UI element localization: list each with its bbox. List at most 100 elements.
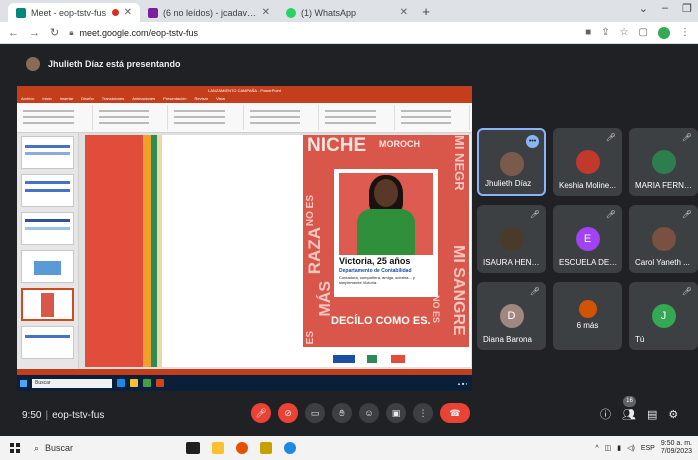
folder-icon[interactable] [260,442,272,454]
present-button[interactable]: ▣ [386,403,406,423]
back-arrow-icon[interactable]: ← [8,27,19,39]
ribbon-group [19,105,93,130]
raise-hand-button[interactable]: ✋︎ [332,403,352,423]
taskbar-search[interactable]: ⌕ Buscar [34,443,174,454]
call-controls: 🎤︎ ⊘ ▭ ✋︎ ☺ ▣ ⋮ ☎︎ [251,403,470,423]
file-explorer-icon[interactable] [212,442,224,454]
slide-thumbnail[interactable] [21,136,74,169]
ribbon-group [95,105,168,130]
battery-icon[interactable]: ▮ [617,444,621,452]
reload-icon[interactable]: ↻ [50,26,59,39]
window-controls: ⌄ – ❐ [639,2,692,15]
mic-off-icon: 🎤︎ [529,210,540,219]
hand-icon: ✋︎ [339,407,345,418]
url-text: meet.google.com/eop-tstv-fus [79,27,199,38]
tab-mail[interactable]: (6 no leídos) - jcadavidmurillo@... ✕ [140,3,278,22]
participant-tile-more[interactable]: 6 más [553,282,622,350]
network-icon[interactable]: ◫ [605,444,612,452]
language-indicator[interactable]: ESP [641,445,655,452]
share-icon[interactable]: ⇪ [601,27,609,38]
participant-count-badge: 16 [623,395,636,407]
poster-word: NO ES [305,195,316,227]
system-tray: ^ ◫ ▮ ◁) ESP 9:50 a. m. 7/09/2023 [595,440,698,456]
slide-stripe [143,135,151,367]
portrait-photo [339,173,433,255]
browser-tab-strip: Meet - eop-tstv-fus ✕ (6 no leídos) - jc… [0,0,698,22]
edge-icon[interactable] [284,442,296,454]
slide-thumbnail[interactable] [21,212,74,245]
people-icon[interactable]: 16 👥︎ [622,395,636,421]
sidebar-icon[interactable]: ▢ [639,27,648,38]
chevron-up-icon[interactable]: ^ [595,445,598,452]
participant-tile[interactable]: 🎤︎ MARIA FERNA... [629,128,698,196]
slide-thumbnail[interactable] [21,326,74,359]
clock[interactable]: 9:50 a. m. 7/09/2023 [661,440,692,456]
ppt-title-bar: LANZAMIENTO CAMPAÑA - PowerPoint [17,86,472,95]
participant-tile[interactable]: ••• Jhulieth Díaz [477,128,546,196]
ppt-body: NICHE MOROCH NO ES RAZA MÁS ES MI NEGR M… [17,133,472,369]
slide-thumbnail[interactable] [21,174,74,207]
profile-avatar[interactable] [658,26,670,39]
restore-icon[interactable]: ❐ [682,2,692,15]
poster-word: ES [305,331,316,345]
slide-thumbnail[interactable] [21,250,74,283]
captions-icon: ▭ [310,407,320,418]
more-options-button[interactable]: ⋮ [413,403,433,423]
search-icon: ⌕ [34,442,40,453]
close-icon[interactable]: ✕ [262,7,270,18]
participant-name: Diana Barona [483,335,532,344]
slide-thumbnail-selected[interactable] [21,288,74,321]
poster-word: MI NEGR [452,135,467,191]
participant-tile-self[interactable]: J 🎤︎ Tú [629,282,698,350]
tab-meet[interactable]: Meet - eop-tstv-fus ✕ [8,3,140,22]
avatar: E [575,227,600,251]
captions-button[interactable]: ▭ [305,403,325,423]
participant-tile[interactable]: D 🎤︎ Diana Barona [477,282,546,350]
windows-start-icon[interactable] [10,443,20,453]
whatsapp-favicon-icon [286,7,296,18]
participant-tile[interactable]: 🎤︎ ISAURA HENAO [477,205,546,273]
chevron-down-icon[interactable]: ⌄ [639,2,648,15]
participant-tile[interactable]: 🎤︎ Carol Yaneth ... [629,205,698,273]
tab-whatsapp[interactable]: (1) WhatsApp ✕ [278,3,416,22]
tab-title: Meet - eop-tstv-fus [31,7,107,18]
participant-tile[interactable]: E 🎤︎ ESCUELA DE L... [553,205,622,273]
leave-call-button[interactable]: ☎︎ [440,403,470,423]
ppt-menu-item: Animaciones [132,96,156,101]
participant-tile[interactable]: 🎤︎ Keshia Moline... [553,128,622,196]
search-label: Buscar [45,443,74,453]
forward-arrow-icon[interactable]: → [29,27,40,39]
logo-band [303,347,469,367]
person-description: Contadora, compañera, amiga, sobrina... … [339,275,415,285]
ppt-menu-item: Revisar [194,96,209,101]
camera-toggle-button[interactable]: ⊘ [278,403,298,423]
mic-off-icon: 🎤︎ [605,210,616,219]
task-view-icon[interactable] [186,442,200,454]
participant-name: ESCUELA DE L... [559,258,618,267]
mic-off-icon: 🎤︎ [681,210,692,219]
star-icon[interactable]: ☆ [620,27,629,38]
info-icon[interactable]: ⓘ [600,406,611,422]
chat-icon[interactable]: ▤ [647,408,657,421]
url-field[interactable]: 🔒︎ meet.google.com/eop-tstv-fus [69,25,575,41]
shared-screen: LANZAMIENTO CAMPAÑA - PowerPoint Archivo… [17,86,472,391]
clock-date: 7/09/2023 [660,448,692,455]
shared-windows-taskbar: Buscar ▲ ■ ◐ [17,375,472,391]
activities-icon[interactable]: ⚙︎ [668,408,678,421]
mic-off-icon: 🎤︎ [529,287,540,296]
ppt-menu-item: Presentación [163,96,187,101]
ribbon-group [397,105,470,130]
poster-word: NO ES [431,295,441,324]
close-icon[interactable]: ✕ [124,7,132,18]
volume-icon[interactable]: ◁) [627,444,635,452]
ppt-menu-item: Transiciones [101,96,125,101]
menu-dots-icon[interactable]: ⋮ [680,27,690,38]
close-icon[interactable]: ✕ [400,7,408,18]
camera-icon[interactable]: ■ [585,27,591,38]
more-options-icon[interactable]: ••• [526,135,539,148]
opera-icon[interactable] [236,442,248,454]
minimize-icon[interactable]: – [662,2,668,15]
mic-toggle-button[interactable]: 🎤︎ [251,403,271,423]
reactions-button[interactable]: ☺ [359,403,379,423]
new-tab-button[interactable]: + [416,4,436,19]
